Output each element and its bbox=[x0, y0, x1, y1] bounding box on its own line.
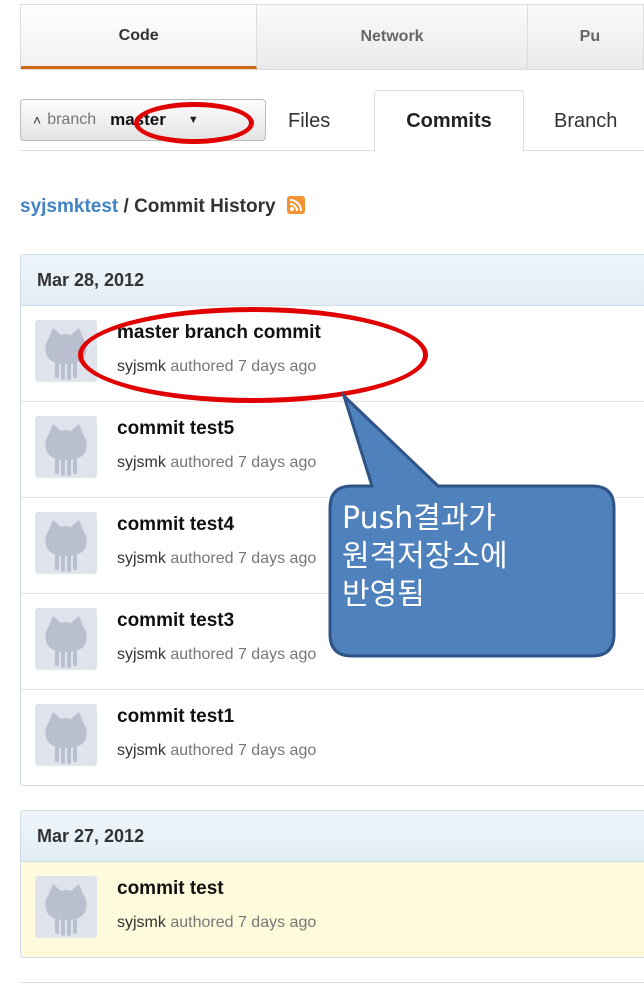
repo-nav: Code Network Pu bbox=[20, 4, 644, 70]
commit-meta: syjsmk authored 7 days ago bbox=[117, 454, 316, 472]
commit-author-link[interactable]: syjsmk bbox=[117, 454, 166, 471]
commit-row: commit test4 syjsmk authored 7 days ago bbox=[21, 498, 644, 594]
commit-message-link[interactable]: commit test3 bbox=[117, 610, 234, 632]
branch-icon: ˄ bbox=[33, 112, 42, 128]
avatar[interactable] bbox=[35, 416, 97, 478]
tab-branches[interactable]: Branch bbox=[554, 90, 617, 152]
commit-group-date: Mar 27, 2012 bbox=[21, 811, 644, 862]
commit-row: master branch commit syjsmk authored 7 d… bbox=[21, 306, 644, 402]
commit-row: commit test3 syjsmk authored 7 days ago bbox=[21, 594, 644, 690]
avatar[interactable] bbox=[35, 704, 97, 766]
octocat-icon bbox=[45, 328, 87, 380]
next-group-divider bbox=[20, 982, 644, 983]
nav-code-tab[interactable]: Code bbox=[21, 5, 258, 69]
commit-group: Mar 28, 2012 master branch commit syjsmk… bbox=[20, 254, 644, 786]
tab-files[interactable]: Files bbox=[288, 90, 330, 152]
commit-authored-time: authored 7 days ago bbox=[170, 914, 317, 931]
commit-group-date: Mar 28, 2012 bbox=[21, 255, 644, 306]
subnav: ˄ branch master ▼ Files Commits Branch bbox=[20, 90, 644, 152]
subnav-divider bbox=[20, 150, 644, 151]
breadcrumb-repo-link[interactable]: syjsmktest bbox=[20, 196, 118, 217]
avatar[interactable] bbox=[35, 876, 97, 938]
commit-group: Mar 27, 2012 commit test syjsmk authored… bbox=[20, 810, 644, 958]
breadcrumb-separator: / bbox=[123, 196, 129, 217]
commit-authored-time: authored 7 days ago bbox=[170, 742, 317, 759]
commit-authored-time: authored 7 days ago bbox=[170, 454, 317, 471]
commit-author-link[interactable]: syjsmk bbox=[117, 914, 166, 931]
chevron-down-icon: ▼ bbox=[187, 114, 199, 126]
octocat-icon bbox=[45, 712, 87, 764]
commit-message-link[interactable]: commit test5 bbox=[117, 418, 234, 440]
avatar[interactable] bbox=[35, 320, 97, 382]
octocat-icon bbox=[45, 424, 87, 476]
commit-meta: syjsmk authored 7 days ago bbox=[117, 914, 316, 932]
nav-network-tab[interactable]: Network bbox=[257, 5, 528, 69]
commit-author-link[interactable]: syjsmk bbox=[117, 358, 166, 375]
branch-prefix-label: branch bbox=[47, 111, 97, 128]
breadcrumb: syjsmktest / Commit History bbox=[20, 196, 305, 218]
nav-pulls-tab[interactable]: Pu bbox=[528, 5, 644, 69]
commit-author-link[interactable]: syjsmk bbox=[117, 550, 166, 567]
avatar[interactable] bbox=[35, 608, 97, 670]
octocat-icon bbox=[45, 884, 87, 936]
branch-selector-button[interactable]: ˄ branch master ▼ bbox=[20, 99, 266, 141]
commit-row: commit test1 syjsmk authored 7 days ago bbox=[21, 690, 644, 785]
commit-meta: syjsmk authored 7 days ago bbox=[117, 646, 316, 664]
commit-author-link[interactable]: syjsmk bbox=[117, 646, 166, 663]
octocat-icon bbox=[45, 520, 87, 572]
commit-message-link[interactable]: master branch commit bbox=[117, 322, 321, 344]
commit-row: commit test syjsmk authored 7 days ago bbox=[21, 862, 644, 957]
avatar[interactable] bbox=[35, 512, 97, 574]
branch-name: master bbox=[110, 110, 166, 129]
octocat-icon bbox=[45, 616, 87, 668]
commit-meta: syjsmk authored 7 days ago bbox=[117, 550, 316, 568]
commit-authored-time: authored 7 days ago bbox=[170, 358, 317, 375]
page-title: Commit History bbox=[134, 196, 276, 217]
commit-row: commit test5 syjsmk authored 7 days ago bbox=[21, 402, 644, 498]
rss-feed-icon[interactable] bbox=[286, 196, 305, 214]
commit-author-link[interactable]: syjsmk bbox=[117, 742, 166, 759]
tab-commits[interactable]: Commits bbox=[374, 90, 524, 152]
commit-authored-time: authored 7 days ago bbox=[170, 550, 317, 567]
commit-authored-time: authored 7 days ago bbox=[170, 646, 317, 663]
commit-message-link[interactable]: commit test1 bbox=[117, 706, 234, 728]
commit-message-link[interactable]: commit test4 bbox=[117, 514, 234, 536]
commit-meta: syjsmk authored 7 days ago bbox=[117, 358, 316, 376]
commit-message-link[interactable]: commit test bbox=[117, 878, 224, 900]
commit-meta: syjsmk authored 7 days ago bbox=[117, 742, 316, 760]
